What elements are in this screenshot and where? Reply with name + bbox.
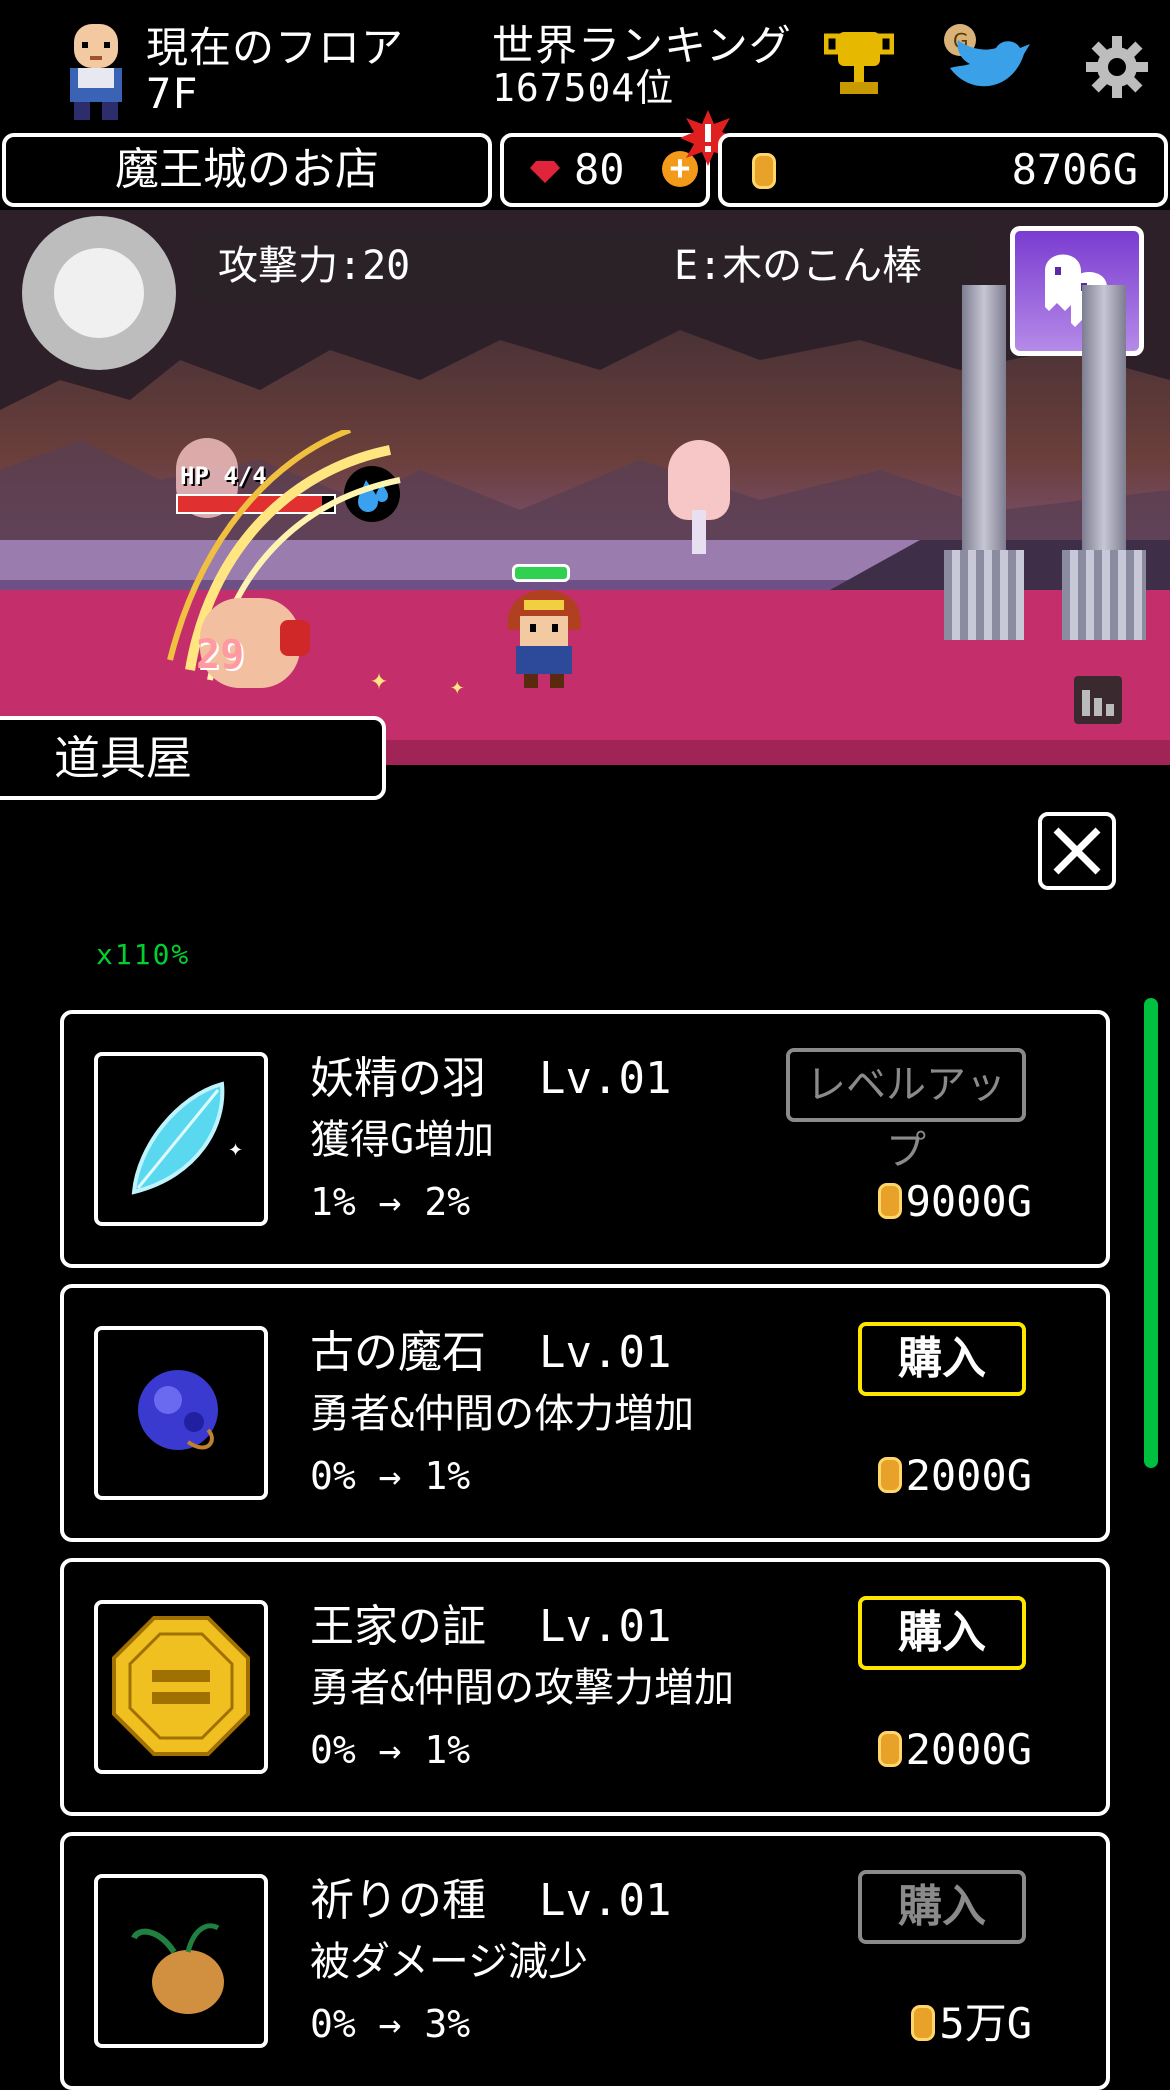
shop-title-box: 魔王城のお店 <box>2 133 492 207</box>
gold-coin-icon <box>877 1731 902 1767</box>
ranking-label: 世界ランキング <box>492 21 792 70</box>
close-button[interactable] <box>1038 812 1116 890</box>
close-icon <box>1053 827 1101 875</box>
torch-flame <box>668 440 730 520</box>
shop-title: 魔王城のお店 <box>115 144 379 195</box>
item-price: 5万G <box>911 2000 1032 2048</box>
sparkle-icon: ✦ <box>370 662 389 697</box>
ranking-value: 167504位 <box>492 66 675 110</box>
item-change: 0% → 3% <box>310 2002 471 2046</box>
level-up-button[interactable]: レベルアップ <box>786 1048 1026 1174</box>
gold-counter: 8706G <box>718 133 1168 207</box>
item-effect: 獲得G増加 <box>310 1117 495 1163</box>
item-change: 0% → 1% <box>310 1454 471 1498</box>
royal-emblem-icon <box>112 1616 250 1756</box>
gem-counter[interactable]: 80 + <box>500 133 710 207</box>
svg-text:✦: ✦ <box>228 1140 243 1161</box>
gold-coin-icon <box>877 1183 902 1219</box>
moon-icon <box>22 216 176 370</box>
attack-power: 攻撃力:20 <box>218 243 411 289</box>
trophy-icon[interactable] <box>824 30 894 100</box>
ancient-magic-stone-icon <box>138 1370 218 1450</box>
scrollbar-thumb[interactable] <box>1144 998 1158 1468</box>
item-effect: 勇者&仲間の攻撃力増加 <box>310 1665 735 1711</box>
sparkle-icon: ✦ <box>450 672 465 700</box>
floor-value: 7F <box>146 69 199 118</box>
item-icon-frame <box>94 1326 268 1500</box>
fairy-feather-icon: ✦ <box>131 1081 243 1195</box>
item-change: 1% → 2% <box>310 1180 471 1224</box>
gold-coin-icon <box>911 2005 936 2041</box>
gem-count: 80 <box>574 145 625 194</box>
buy-button[interactable]: 購入 <box>858 1322 1026 1396</box>
shop-item-card: 祈りの種 Lv.01 被ダメージ減少 0% → 3% 購入 5万G <box>60 1832 1110 2090</box>
gold-amount: 8706G <box>1011 145 1138 194</box>
item-icon-frame: ✦ <box>94 1052 268 1226</box>
item-price: 2000G <box>877 1452 1032 1500</box>
item-change: 0% → 1% <box>310 1728 471 1772</box>
gold-coin-icon <box>752 153 776 189</box>
buy-button-disabled[interactable]: 購入 <box>858 1870 1026 1944</box>
settings-gear-icon[interactable] <box>1086 36 1148 98</box>
pillar-base-right <box>1062 550 1146 640</box>
buy-button[interactable]: 購入 <box>858 1596 1026 1670</box>
item-name: 祈りの種 Lv.01 <box>310 1875 672 1926</box>
item-name: 古の魔石 Lv.01 <box>310 1327 672 1378</box>
player-avatar-icon <box>70 24 122 120</box>
twitter-icon[interactable]: G <box>940 18 1030 100</box>
shop-item-card: 王家の証 Lv.01 勇者&仲間の攻撃力増加 0% → 1% 購入 2000G <box>60 1558 1110 1816</box>
item-name: 妖精の羽 Lv.01 <box>310 1053 672 1104</box>
shop-item-card: ✦ 妖精の羽 Lv.01 獲得G増加 1% → 2% レベルアップ 9000G <box>60 1010 1110 1268</box>
item-price: 9000G <box>877 1178 1032 1226</box>
item-name: 王家の証 Lv.01 <box>310 1601 672 1652</box>
item-effect: 勇者&仲間の体力増加 <box>310 1391 695 1437</box>
multiplier-text: x110% <box>96 938 191 971</box>
torch-stick <box>692 510 706 554</box>
damage-number: 29 <box>196 632 245 678</box>
pillar-base-left <box>944 550 1024 640</box>
shop-tab-label: 道具屋 <box>54 731 192 785</box>
hero-hp-bar <box>512 564 570 582</box>
shop-item-card: 古の魔石 Lv.01 勇者&仲間の体力増加 0% → 1% 購入 2000G <box>60 1284 1110 1542</box>
stats-chart-icon[interactable] <box>1074 676 1122 724</box>
hero-character <box>507 590 581 688</box>
item-effect: 被ダメージ減少 <box>310 1939 588 1985</box>
battle-scene: 攻撃力:20 E:木のこん棒 HP 4/4 29 ✦ ✦ <box>0 210 1170 765</box>
stats-banner: 攻撃力:20 E:木のこん棒 <box>192 230 976 302</box>
item-price: 2000G <box>877 1726 1032 1774</box>
enemy-head <box>280 620 310 656</box>
gem-icon <box>530 161 560 183</box>
floor-label: 現在のフロア <box>146 23 405 72</box>
item-icon-frame <box>94 1600 268 1774</box>
gold-coin-icon <box>877 1457 902 1493</box>
item-icon-frame <box>94 1874 268 2048</box>
equipped-weapon: E:木のこん棒 <box>674 243 923 289</box>
shop-tab: 道具屋 <box>0 716 386 800</box>
prayer-seed-icon <box>131 1923 224 2014</box>
